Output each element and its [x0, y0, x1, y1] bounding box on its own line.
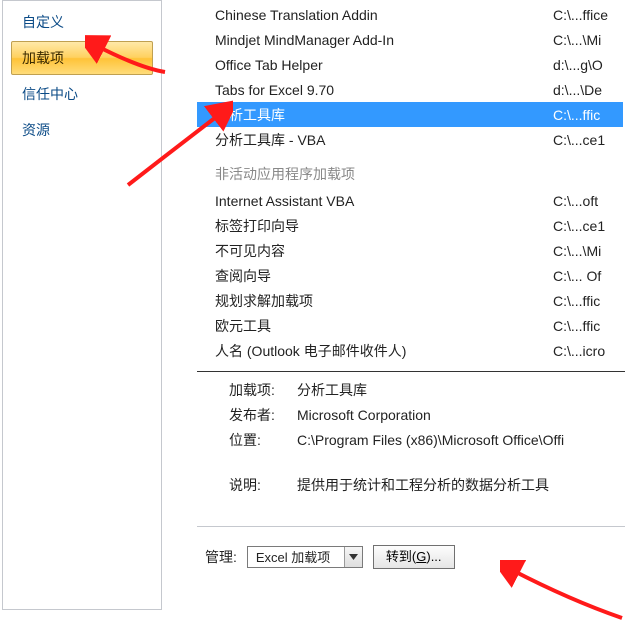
addin-row[interactable]: Mindjet MindManager Add-InC:\...\Mi	[197, 27, 623, 52]
addin-row[interactable]: Tabs for Excel 9.70d:\...\De	[197, 77, 623, 102]
addin-row[interactable]: 分析工具库C:\...ffic	[197, 102, 623, 127]
inactive-addins-header: 非活动应用程序加载项	[197, 160, 623, 188]
options-nav: 自定义加载项信任中心资源	[2, 0, 162, 610]
detail-addin-name: 分析工具库	[297, 378, 625, 403]
detail-label-publisher: 发布者:	[229, 403, 297, 428]
addin-name: Office Tab Helper	[215, 57, 553, 73]
addin-path: d:\...g\O	[553, 57, 623, 73]
detail-description: 提供用于统计和工程分析的数据分析工具	[297, 473, 625, 498]
addin-path: C:\... Of	[553, 268, 623, 284]
addin-path: C:\...ce1	[553, 132, 623, 148]
addin-name: 人名 (Outlook 电子邮件收件人)	[215, 341, 553, 361]
chevron-down-icon	[344, 547, 362, 567]
addin-row[interactable]: Office Tab Helperd:\...g\O	[197, 52, 623, 77]
manage-label: 管理:	[205, 547, 237, 567]
divider	[197, 371, 625, 372]
nav-item-2[interactable]: 信任中心	[11, 77, 153, 111]
addin-name: Chinese Translation Addin	[215, 7, 553, 23]
addin-row[interactable]: Chinese Translation AddinC:\...ffice	[197, 2, 623, 27]
addin-path: C:\...icro	[553, 343, 623, 359]
addin-name: Tabs for Excel 9.70	[215, 82, 553, 98]
addin-name: 标签打印向导	[215, 216, 553, 236]
go-button[interactable]: 转到(G)...	[373, 545, 455, 569]
addin-row[interactable]: 分析工具库 - VBAC:\...ce1	[197, 127, 623, 152]
addin-path: C:\...\Mi	[553, 243, 623, 259]
addin-row[interactable]: 欧元工具C:\...ffic	[197, 313, 623, 338]
addin-path: C:\...\Mi	[553, 32, 623, 48]
nav-item-1[interactable]: 加载项	[11, 41, 153, 75]
addin-name: 欧元工具	[215, 316, 553, 336]
addin-row[interactable]: 查阅向导C:\... Of	[197, 263, 623, 288]
detail-location: C:\Program Files (x86)\Microsoft Office\…	[297, 428, 625, 453]
addin-name: 分析工具库 - VBA	[215, 130, 553, 150]
manage-select-value: Excel 加载项	[248, 547, 344, 567]
addin-row[interactable]: Internet Assistant VBAC:\...oft	[197, 188, 623, 213]
addin-path: C:\...ffice	[553, 7, 623, 23]
addin-path: C:\...ce1	[553, 218, 623, 234]
manage-select[interactable]: Excel 加载项	[247, 546, 363, 568]
addin-row[interactable]: 标签打印向导C:\...ce1	[197, 213, 623, 238]
go-button-label: 转到(G)...	[386, 549, 442, 564]
nav-item-0[interactable]: 自定义	[11, 5, 153, 39]
addin-path: C:\...ffic	[553, 318, 623, 334]
addin-details: 加载项: 分析工具库 发布者: Microsoft Corporation 位置…	[197, 378, 625, 498]
addin-row[interactable]: 人名 (Outlook 电子邮件收件人)C:\...icro	[197, 338, 623, 363]
addin-list: Chinese Translation AddinC:\...fficeMind…	[197, 2, 623, 363]
detail-label-location: 位置:	[229, 428, 297, 453]
addin-path: C:\...ffic	[553, 107, 623, 123]
manage-bar: 管理: Excel 加载项 转到(G)...	[197, 527, 625, 569]
nav-item-3[interactable]: 资源	[11, 113, 153, 147]
addin-name: Mindjet MindManager Add-In	[215, 32, 553, 48]
addin-name: 不可见内容	[215, 241, 553, 261]
detail-label-description: 说明:	[229, 473, 297, 498]
addin-path: d:\...\De	[553, 82, 623, 98]
detail-label-addin: 加载项:	[229, 378, 297, 403]
addin-name: 规划求解加载项	[215, 291, 553, 311]
addin-name: 查阅向导	[215, 266, 553, 286]
addins-pane: Chinese Translation AddinC:\...fficeMind…	[162, 0, 625, 623]
addin-row[interactable]: 规划求解加载项C:\...ffic	[197, 288, 623, 313]
addin-path: C:\...ffic	[553, 293, 623, 309]
addin-name: Internet Assistant VBA	[215, 193, 553, 209]
detail-publisher: Microsoft Corporation	[297, 403, 625, 428]
addin-row[interactable]: 不可见内容C:\...\Mi	[197, 238, 623, 263]
addin-name: 分析工具库	[215, 105, 553, 125]
addin-path: C:\...oft	[553, 193, 623, 209]
